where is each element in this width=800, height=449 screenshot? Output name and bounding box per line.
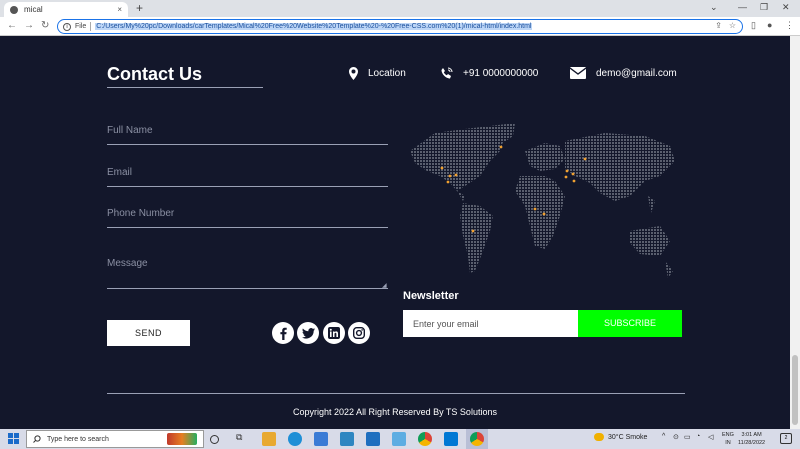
- battery-icon[interactable]: ▭: [684, 433, 691, 441]
- tab-search-icon[interactable]: ⌄: [710, 2, 718, 13]
- side-panel-icon[interactable]: ▯: [751, 20, 756, 31]
- network-icon[interactable]: ⊙: [673, 433, 679, 441]
- notification-icon[interactable]: 2: [780, 433, 792, 444]
- scrollbar-thumb[interactable]: [792, 355, 798, 425]
- email-text: demo@gmail.com: [596, 67, 677, 79]
- volume-icon[interactable]: ◁: [708, 433, 713, 441]
- newsletter-title: Newsletter: [403, 290, 459, 302]
- instagram-icon: [353, 327, 365, 339]
- facebook-button[interactable]: [272, 322, 294, 344]
- bookmark-star-icon[interactable]: ☆: [729, 21, 736, 30]
- clock[interactable]: 3:01 AM 11/28/2022: [738, 431, 765, 447]
- page-title: Contact Us: [107, 64, 203, 84]
- forward-icon[interactable]: →: [24, 20, 34, 31]
- contact-section: Contact Us Location +91 0000000000 demo@…: [0, 36, 790, 429]
- new-tab-button[interactable]: +: [136, 1, 143, 15]
- language-indicator[interactable]: ENG IN: [722, 431, 734, 447]
- clock-date: 11/28/2022: [738, 440, 766, 446]
- facebook-icon: [280, 327, 287, 340]
- search-highlight-icon: [167, 433, 197, 445]
- address-bar: ← → ↻ i File C:/Users/My%20pc/Downloads/…: [0, 17, 800, 36]
- browser-tab-bar: mical × + ⌄ — ❐ ✕: [0, 0, 800, 17]
- location-pin-icon: [349, 67, 358, 80]
- reload-icon[interactable]: ↻: [41, 20, 49, 31]
- app-icon[interactable]: [340, 432, 354, 446]
- share-icon[interactable]: ⇪: [715, 21, 722, 30]
- envelope-icon: [570, 67, 586, 79]
- favicon-icon: [10, 5, 18, 14]
- resize-handle-icon[interactable]: ◢: [382, 282, 387, 289]
- info-icon[interactable]: i: [63, 22, 71, 31]
- chrome-active-glyph-icon: [470, 432, 484, 446]
- windows-start-icon[interactable]: [8, 433, 19, 444]
- back-icon[interactable]: ←: [7, 20, 17, 31]
- browser-tab[interactable]: mical ×: [4, 2, 128, 17]
- message-textarea[interactable]: Message: [107, 258, 388, 289]
- tab-close-icon[interactable]: ×: [117, 5, 122, 14]
- task-view-icon[interactable]: ⧉: [236, 432, 250, 446]
- url-text[interactable]: C:/Users/My%20pc/Downloads/carTemplates/…: [95, 23, 533, 30]
- phone-icon: [441, 67, 453, 79]
- weather-icon: [594, 433, 604, 441]
- wifi-icon[interactable]: ◔: [696, 433, 700, 440]
- profile-icon[interactable]: ●: [767, 20, 772, 30]
- store-icon[interactable]: [314, 432, 328, 446]
- full-name-input[interactable]: Full Name: [107, 125, 388, 145]
- newsletter-email-input[interactable]: [403, 310, 578, 337]
- twitter-button[interactable]: [297, 322, 319, 344]
- phone-info: +91 0000000000: [440, 67, 538, 80]
- mail-icon[interactable]: [366, 432, 380, 446]
- taskbar-search-input[interactable]: Type here to search: [26, 430, 204, 448]
- subscribe-button[interactable]: SUBSCRIBE: [578, 310, 682, 337]
- linkedin-icon: [328, 327, 340, 339]
- search-placeholder: Type here to search: [47, 435, 109, 443]
- location-info: Location: [349, 67, 406, 80]
- instagram-button[interactable]: [348, 322, 370, 344]
- windows-taskbar: Type here to search ⧉ 30°C Smoke ^ ⊙ ▭ ◔…: [0, 429, 800, 449]
- file-explorer-icon[interactable]: [262, 432, 276, 446]
- world-map: [410, 123, 675, 278]
- weather-text: 30°C Smoke: [608, 433, 648, 441]
- phone-text: +91 0000000000: [463, 68, 539, 79]
- minimize-icon[interactable]: —: [738, 2, 747, 12]
- edge-icon[interactable]: [288, 432, 302, 446]
- email-info: demo@gmail.com: [570, 67, 677, 79]
- restore-icon[interactable]: ❐: [760, 2, 768, 13]
- menu-icon[interactable]: ⋮: [785, 20, 794, 31]
- email-field[interactable]: Email: [107, 167, 388, 187]
- weather-widget[interactable]: 30°C Smoke: [594, 433, 647, 441]
- url-input[interactable]: i File C:/Users/My%20pc/Downloads/carTem…: [57, 19, 743, 34]
- tab-title: mical: [24, 5, 43, 14]
- cortana-icon[interactable]: [210, 435, 219, 444]
- close-window-icon[interactable]: ✕: [782, 2, 790, 13]
- copyright-text: Copyright 2022 All Right Reserved By TS …: [293, 407, 497, 417]
- tray-chevron-icon[interactable]: ^: [662, 433, 665, 440]
- phone-field[interactable]: Phone Number: [107, 208, 388, 228]
- send-button[interactable]: SEND: [107, 320, 190, 346]
- twitter-icon: [301, 327, 315, 339]
- search-icon: [33, 435, 41, 443]
- linkedin-button[interactable]: [323, 322, 345, 344]
- notepad-icon[interactable]: [392, 432, 406, 446]
- scheme-label: File: [75, 23, 87, 30]
- clock-time: 3:01 AM: [741, 432, 762, 438]
- chrome-icon[interactable]: [418, 432, 432, 446]
- vscode-icon[interactable]: [444, 432, 458, 446]
- title-underline: [107, 87, 263, 88]
- footer-divider: [107, 393, 685, 394]
- location-text: Location: [368, 68, 406, 79]
